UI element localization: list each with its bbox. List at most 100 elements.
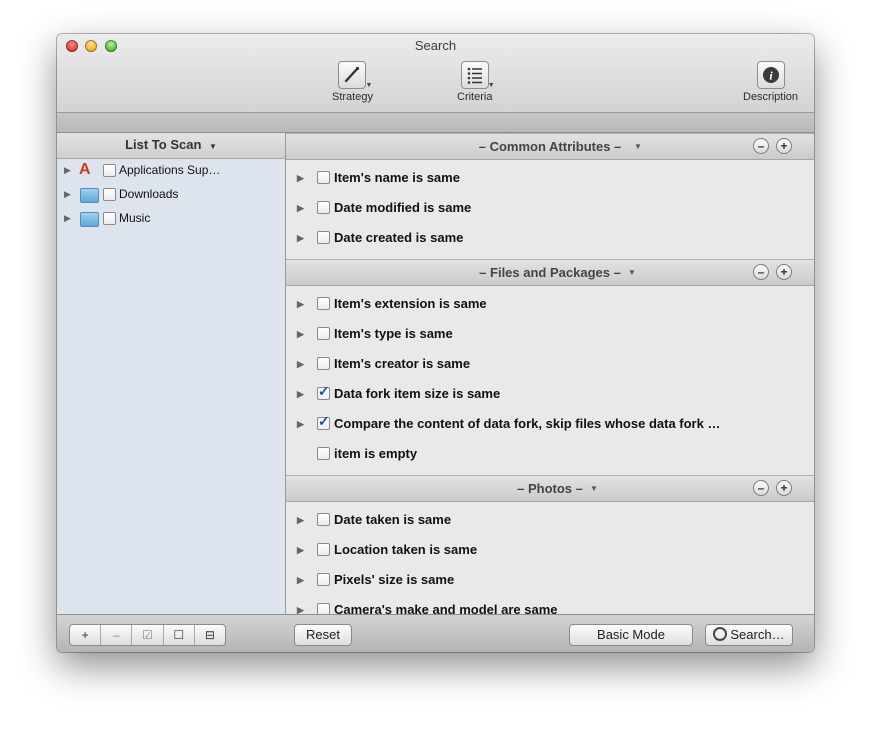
bottom-bar: + – ☑ ☐ ⊟ Reset Basic Mode Search… xyxy=(57,614,814,652)
disclosure-triangle-icon[interactable]: ▶ xyxy=(297,545,304,556)
rule-checkbox[interactable] xyxy=(317,543,330,556)
rule-row: ▶ Location taken is same xyxy=(286,535,814,565)
rule-checkbox-checked[interactable]: ✓ xyxy=(317,383,330,400)
list-to-scan-pane: List To Scan ▼ ▶ A Applications Sup… ▶ D… xyxy=(57,133,286,614)
add-item-button[interactable]: + xyxy=(70,625,102,645)
rule-row: ▶ ✓ Data fork item size is same xyxy=(286,379,814,409)
list-item-label: Applications Sup… xyxy=(119,163,221,177)
rule-label: Camera's make and model are same xyxy=(334,602,558,614)
rule-row: ▶ ✓ Compare the content of data fork, sk… xyxy=(286,409,814,439)
remove-rule-button[interactable]: – xyxy=(753,480,769,496)
rule-checkbox[interactable] xyxy=(317,573,330,586)
search-window: Search ▼ Strategy ▼ Criteria i Descripti… xyxy=(57,34,814,652)
disclosure-triangle-icon[interactable]: ▶ xyxy=(297,605,304,614)
add-rule-button[interactable]: + xyxy=(776,138,792,154)
disclosure-triangle-icon[interactable]: ▶ xyxy=(297,299,304,310)
rule-label: Date modified is same xyxy=(334,200,472,215)
toolbar-separator-band xyxy=(57,113,814,133)
rule-row: ▶ Item's creator is same xyxy=(286,349,814,379)
list-item-label: Music xyxy=(119,211,151,225)
rule-row: ▶ Date modified is same xyxy=(286,193,814,223)
rule-row: ▶ Camera's make and model are same xyxy=(286,595,814,614)
rule-label: Date taken is same xyxy=(334,512,452,527)
rule-checkbox[interactable] xyxy=(317,201,330,214)
disclosure-triangle-icon[interactable]: ▶ xyxy=(297,233,304,244)
strategy-dropdown-arrow-icon: ▼ xyxy=(365,82,373,89)
rule-label: Item's extension is same xyxy=(334,296,487,311)
item-checkbox[interactable] xyxy=(103,164,116,177)
remove-rule-button[interactable]: – xyxy=(753,138,769,154)
rule-row: ▶ Pixels' size is same xyxy=(286,565,814,595)
list-to-scan-title: List To Scan xyxy=(125,137,202,152)
section-title: – Files and Packages – xyxy=(479,265,621,280)
search-button[interactable]: Search… xyxy=(705,624,793,646)
rule-checkbox[interactable] xyxy=(317,297,330,310)
section-menu-arrow-icon[interactable]: ▼ xyxy=(590,484,598,493)
checkmark-icon: ✓ xyxy=(318,413,330,429)
rule-checkbox[interactable] xyxy=(317,603,330,614)
item-checkbox[interactable] xyxy=(103,188,116,201)
downloads-folder-icon xyxy=(80,188,99,203)
uncheck-all-button[interactable]: ☐ xyxy=(164,625,195,645)
checkmark-icon: ✓ xyxy=(318,383,330,399)
list-item-label: Downloads xyxy=(119,187,179,201)
rule-row: ▶ Item's type is same xyxy=(286,319,814,349)
section-menu-arrow-icon[interactable]: ▼ xyxy=(628,268,636,277)
rule-checkbox[interactable] xyxy=(317,513,330,526)
rule-checkbox[interactable] xyxy=(317,327,330,340)
section-header-photos: – Photos – ▼ – + xyxy=(286,475,814,502)
add-rule-button[interactable]: + xyxy=(776,264,792,280)
rule-checkbox[interactable] xyxy=(317,357,330,370)
list-item[interactable]: ▶ A Applications Sup… xyxy=(57,160,285,182)
rule-row: item is empty xyxy=(286,439,814,469)
check-all-button[interactable]: ☑ xyxy=(132,625,164,645)
rule-label: Item's type is same xyxy=(334,326,453,341)
rule-label: Compare the content of data fork, skip f… xyxy=(334,416,721,431)
list-edit-segmented-control: + – ☑ ☐ ⊟ xyxy=(69,624,226,646)
criteria-list-icon: ▼ xyxy=(460,61,495,89)
folder-options-button[interactable]: ⊟ xyxy=(195,625,225,645)
description-label: Description xyxy=(743,91,799,103)
disclosure-triangle-icon[interactable]: ▶ xyxy=(297,575,304,586)
item-checkbox[interactable] xyxy=(103,212,116,225)
criteria-label: Criteria xyxy=(457,91,493,103)
strategy-icon: ▼ xyxy=(338,61,372,89)
disclosure-triangle-icon[interactable]: ▶ xyxy=(297,173,304,184)
remove-item-button[interactable]: – xyxy=(101,625,133,645)
disclosure-triangle-icon[interactable]: ▶ xyxy=(297,419,304,430)
disclosure-triangle-icon[interactable]: ▶ xyxy=(64,189,71,200)
description-toolbar-button[interactable]: i Description xyxy=(743,61,798,103)
rule-row: ▶ Date created is same xyxy=(286,223,814,253)
reset-button[interactable]: Reset xyxy=(294,624,352,646)
disclosure-triangle-icon[interactable]: ▶ xyxy=(297,359,304,370)
rule-label: Location taken is same xyxy=(334,542,478,557)
rule-label: Pixels' size is same xyxy=(334,572,455,587)
disclosure-triangle-icon[interactable]: ▶ xyxy=(64,165,71,176)
info-icon: i xyxy=(756,61,785,89)
add-rule-button[interactable]: + xyxy=(776,480,792,496)
section-menu-arrow-icon[interactable]: ▼ xyxy=(634,142,642,151)
list-to-scan-menu-arrow-icon: ▼ xyxy=(209,142,217,151)
search-icon xyxy=(713,627,728,641)
disclosure-triangle-icon[interactable]: ▶ xyxy=(297,203,304,214)
section-title: – Common Attributes – xyxy=(478,139,622,154)
strategy-toolbar-button[interactable]: ▼ Strategy xyxy=(332,61,373,103)
rule-checkbox[interactable] xyxy=(317,171,330,184)
rule-checkbox-checked[interactable]: ✓ xyxy=(317,413,330,430)
basic-mode-button[interactable]: Basic Mode xyxy=(569,624,693,646)
rule-label: Item's name is same xyxy=(334,170,460,185)
search-button-label: Search… xyxy=(730,627,785,642)
disclosure-triangle-icon[interactable]: ▶ xyxy=(297,389,304,400)
list-item[interactable]: ▶ Downloads xyxy=(57,184,285,206)
rule-row: ▶ Item's extension is same xyxy=(286,289,814,319)
list-to-scan-header[interactable]: List To Scan ▼ xyxy=(57,133,285,159)
rule-checkbox[interactable] xyxy=(317,447,330,460)
disclosure-triangle-icon[interactable]: ▶ xyxy=(297,329,304,340)
list-item[interactable]: ▶ Music xyxy=(57,208,285,230)
remove-rule-button[interactable]: – xyxy=(753,264,769,280)
section-title: – Photos – xyxy=(517,481,583,496)
disclosure-triangle-icon[interactable]: ▶ xyxy=(64,213,71,224)
rule-checkbox[interactable] xyxy=(317,231,330,244)
criteria-toolbar-button[interactable]: ▼ Criteria xyxy=(457,61,495,103)
disclosure-triangle-icon[interactable]: ▶ xyxy=(297,515,304,526)
